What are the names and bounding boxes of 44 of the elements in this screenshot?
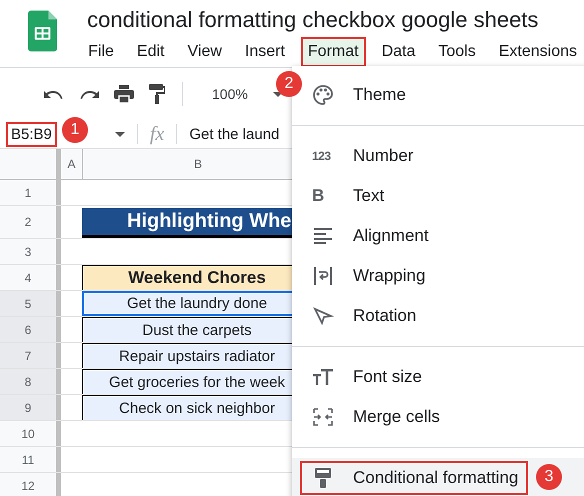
menu-option[interactable]: Theme xyxy=(300,78,416,112)
sheets-logo-icon[interactable] xyxy=(28,10,58,52)
paint-format-icon[interactable] xyxy=(149,84,165,104)
menu-item[interactable]: Edit xyxy=(130,37,172,67)
column-header[interactable]: A xyxy=(61,149,83,179)
menu-item[interactable]: Tools xyxy=(431,37,483,67)
row-header[interactable]: 10 xyxy=(0,421,61,446)
document-title[interactable]: conditional formatting checkbox google sheets xyxy=(87,6,584,34)
row-header[interactable]: 5 xyxy=(0,291,61,316)
row-header[interactable]: 3 xyxy=(0,239,61,264)
row-header[interactable]: 4 xyxy=(0,265,61,290)
undo-icon[interactable] xyxy=(44,88,64,100)
row-header[interactable]: 8 xyxy=(0,369,61,394)
row-header[interactable]: 1 xyxy=(0,180,61,205)
palette-icon xyxy=(312,85,334,105)
wrap-icon xyxy=(312,267,334,285)
row-header[interactable]: 12 xyxy=(0,473,61,496)
row-header[interactable]: 2 xyxy=(0,206,61,238)
number-icon: 123 xyxy=(312,149,334,163)
row-header[interactable]: 6 xyxy=(0,317,61,342)
step-badge: 1 xyxy=(62,117,88,143)
menu-item[interactable]: View xyxy=(180,37,229,67)
zoom-dropdown[interactable]: 100% xyxy=(212,86,248,102)
menu-option[interactable]: Conditional formatting xyxy=(300,461,528,495)
menu-item[interactable]: Extensions xyxy=(492,37,584,67)
menu-item[interactable]: Insert xyxy=(238,37,292,67)
menu-item[interactable]: Data xyxy=(374,37,422,67)
function-label: fx xyxy=(150,122,164,146)
bold-icon: B xyxy=(312,186,334,206)
caret-icon[interactable] xyxy=(114,132,125,136)
menu-item[interactable]: File xyxy=(81,37,121,67)
row-header[interactable]: 7 xyxy=(0,343,61,368)
font-size-icon xyxy=(312,369,334,385)
name-box[interactable]: B5:B9 xyxy=(6,122,57,146)
align-left-icon xyxy=(312,228,334,244)
row-header[interactable]: 9 xyxy=(0,395,61,420)
print-icon[interactable] xyxy=(114,85,134,103)
menu-item[interactable]: Format xyxy=(300,37,366,67)
formula-input[interactable]: Get the laund xyxy=(189,126,280,142)
paint-roller-icon xyxy=(312,468,334,488)
rotate-icon xyxy=(312,307,334,325)
row-header[interactable]: 11 xyxy=(0,447,61,472)
redo-icon[interactable] xyxy=(79,88,99,100)
merge-icon xyxy=(312,408,334,426)
